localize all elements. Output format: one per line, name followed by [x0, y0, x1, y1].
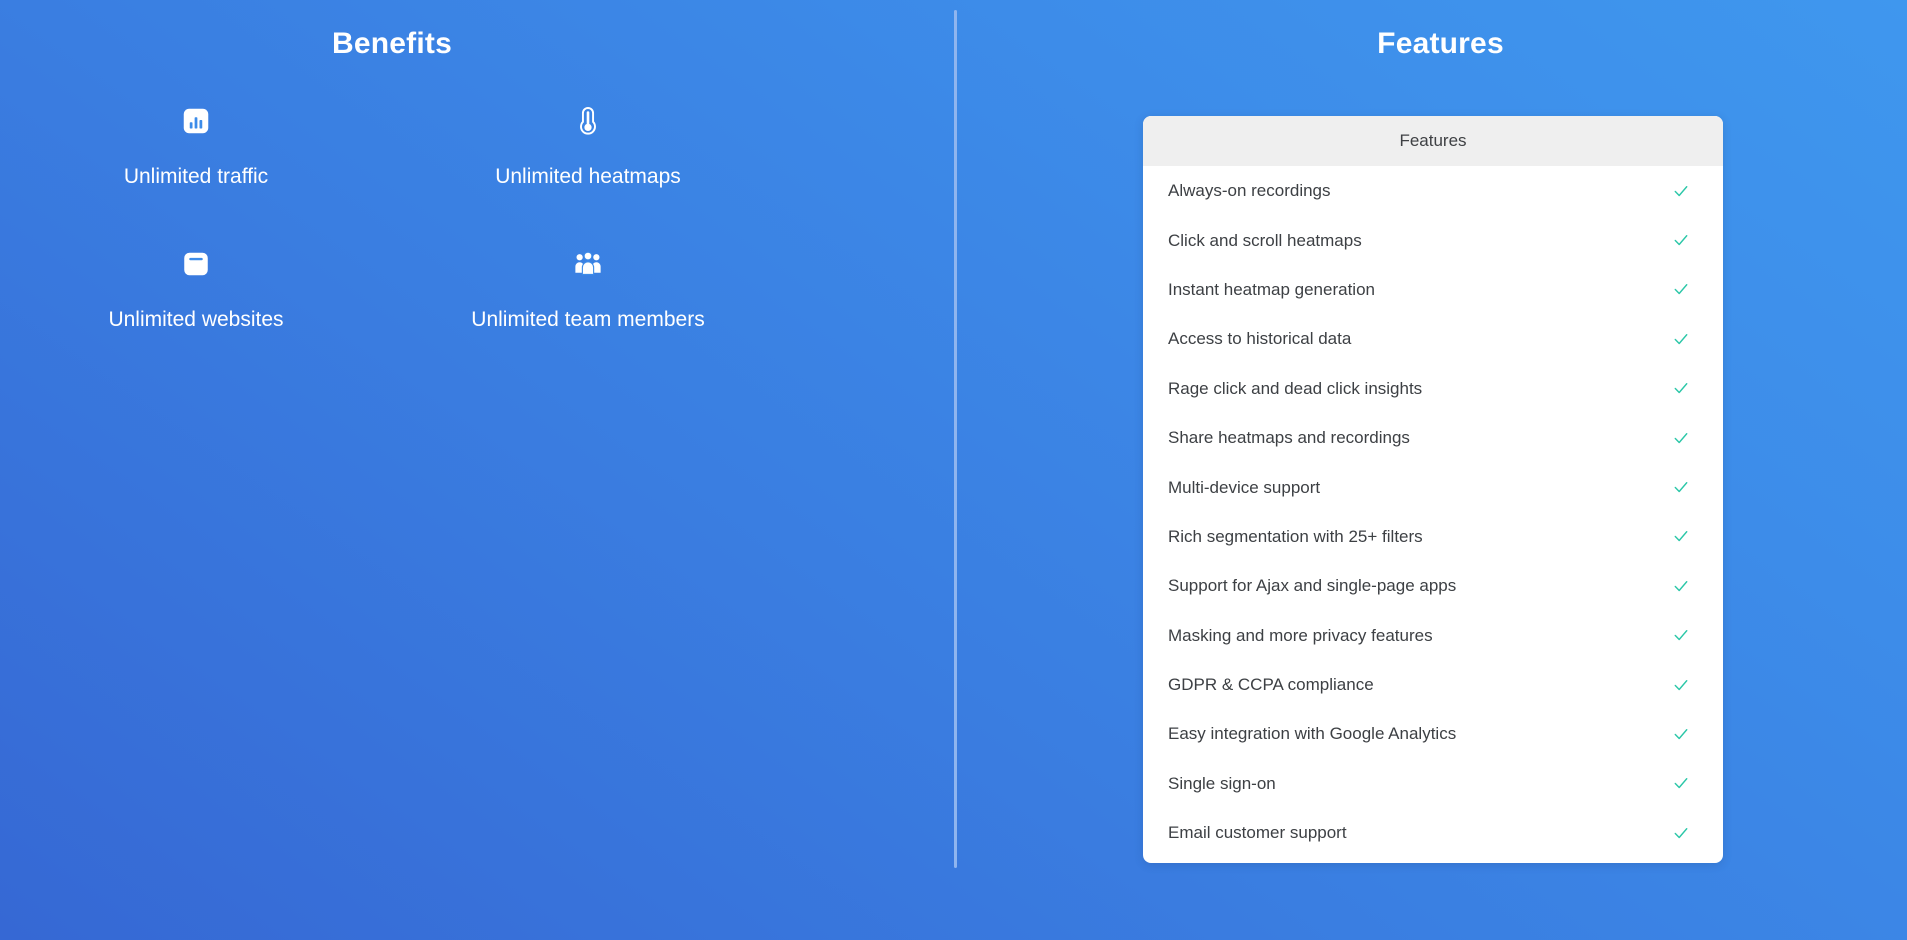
table-row[interactable]: Masking and more privacy features	[1143, 611, 1723, 660]
benefits-grid: Unlimited traffic Unlimited heatmaps Unl…	[0, 96, 784, 332]
check-icon	[1672, 429, 1690, 447]
table-row[interactable]: Email customer support	[1143, 808, 1723, 857]
check-icon	[1672, 774, 1690, 792]
benefits-title: Benefits	[332, 27, 452, 60]
check-icon	[1672, 824, 1690, 842]
check-icon	[1672, 478, 1690, 496]
features-title: Features	[1377, 27, 1504, 60]
table-row[interactable]: Single sign-on	[1143, 759, 1723, 808]
check-icon	[1672, 330, 1690, 348]
table-row[interactable]: Always-on recordings	[1143, 166, 1723, 215]
check-icon	[1672, 725, 1690, 743]
features-table-rows: Always-on recordings Click and scroll he…	[1143, 166, 1723, 863]
bar-chart-icon	[175, 100, 217, 142]
comparison-page: Benefits Unlimited traffic Unlimited hea…	[0, 0, 1907, 940]
feature-label: Masking and more privacy features	[1168, 625, 1433, 645]
table-row[interactable]: GDPR & CCPA compliance	[1143, 660, 1723, 709]
check-icon	[1672, 231, 1690, 249]
feature-label: Always-on recordings	[1168, 181, 1331, 201]
check-icon	[1672, 182, 1690, 200]
benefit-label: Unlimited team members	[471, 308, 705, 332]
table-row[interactable]: Access to historical data	[1143, 314, 1723, 363]
feature-label: Share heatmaps and recordings	[1168, 428, 1410, 448]
table-row[interactable]: Share heatmaps and recordings	[1143, 413, 1723, 462]
feature-label: Multi-device support	[1168, 477, 1321, 497]
benefit-item-unlimited-heatmaps: Unlimited heatmaps	[392, 96, 784, 189]
feature-label: Access to historical data	[1168, 329, 1352, 349]
feature-label: Click and scroll heatmaps	[1168, 230, 1362, 250]
thermometer-icon	[567, 100, 609, 142]
table-row[interactable]: Rich segmentation with 25+ filters	[1143, 512, 1723, 561]
users-group-icon	[567, 243, 609, 285]
browser-window-icon	[175, 243, 217, 285]
table-row[interactable]: Multi-device support	[1143, 462, 1723, 511]
feature-label: Easy integration with Google Analytics	[1168, 724, 1457, 744]
features-table-card: Features Always-on recordings Click and …	[1143, 116, 1723, 864]
features-section: Features Features Always-on recordings C…	[955, 0, 1907, 940]
benefit-item-unlimited-websites: Unlimited websites	[0, 239, 392, 332]
benefit-item-unlimited-traffic: Unlimited traffic	[0, 96, 392, 189]
feature-label: Email customer support	[1168, 823, 1347, 843]
feature-label: Rich segmentation with 25+ filters	[1168, 526, 1423, 546]
feature-label: Support for Ajax and single-page apps	[1168, 576, 1457, 596]
check-icon	[1672, 626, 1690, 644]
benefit-label: Unlimited traffic	[123, 165, 269, 188]
benefit-label: Unlimited websites	[108, 308, 284, 332]
table-row[interactable]: Support for Ajax and single-page apps	[1143, 561, 1723, 610]
check-icon	[1672, 527, 1690, 545]
benefit-label: Unlimited heatmaps	[495, 165, 681, 188]
feature-label: Rage click and dead click insights	[1168, 378, 1423, 398]
feature-label: Single sign-on	[1168, 773, 1276, 793]
feature-label: GDPR & CCPA compliance	[1168, 675, 1374, 695]
benefit-item-unlimited-team-members: Unlimited team members	[392, 239, 784, 332]
feature-label: Instant heatmap generation	[1168, 279, 1375, 299]
table-row[interactable]: Instant heatmap generation	[1143, 265, 1723, 314]
check-icon	[1672, 676, 1690, 694]
table-row[interactable]: Click and scroll heatmaps	[1143, 215, 1723, 264]
check-icon	[1672, 379, 1690, 397]
check-icon	[1672, 577, 1690, 595]
features-table-column-header: Features	[1143, 116, 1723, 166]
benefits-section: Benefits Unlimited traffic Unlimited hea…	[0, 0, 955, 940]
check-icon	[1672, 280, 1690, 298]
table-row[interactable]: Easy integration with Google Analytics	[1143, 709, 1723, 758]
table-row[interactable]: Rage click and dead click insights	[1143, 364, 1723, 413]
